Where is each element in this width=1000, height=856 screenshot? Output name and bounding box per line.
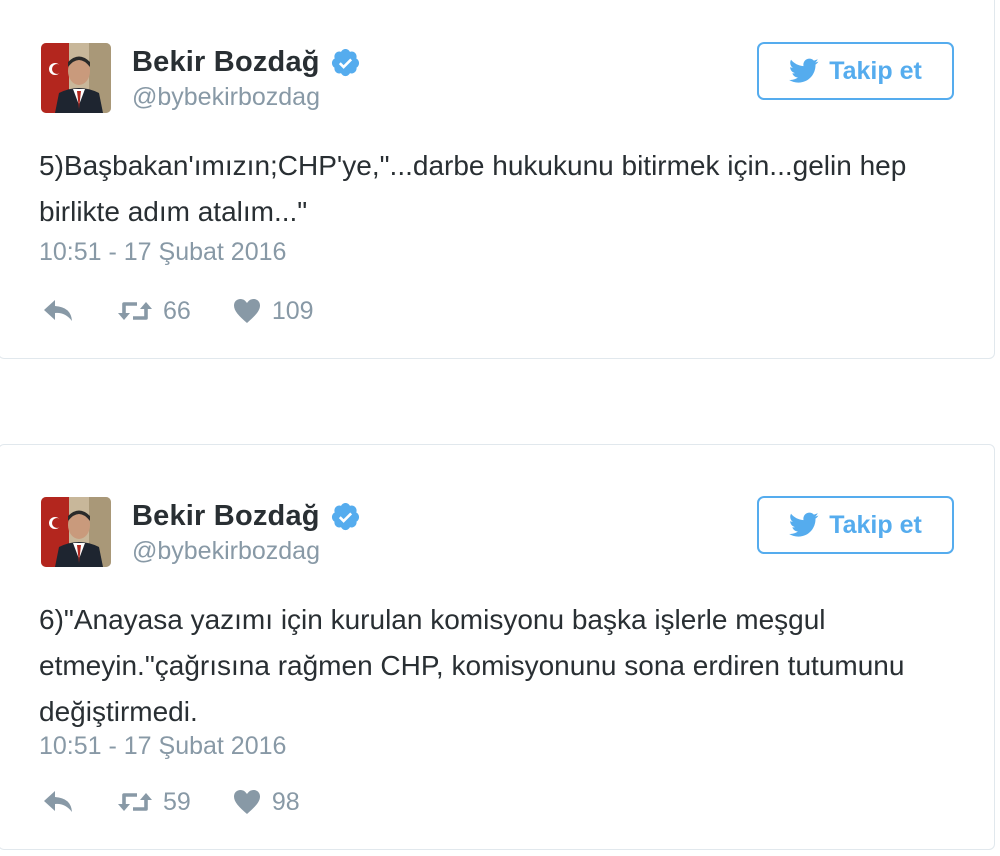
author-name[interactable]: Bekir Bozdağ — [132, 500, 320, 533]
follow-button[interactable]: Takip et — [757, 496, 954, 554]
twitter-bird-icon — [789, 58, 819, 84]
like-count: 109 — [271, 296, 314, 325]
tweet-card: Bekir Bozdağ @bybekirbozdag Takip et 5)B… — [0, 0, 995, 359]
like-count: 98 — [271, 787, 300, 816]
tweet-timestamp[interactable]: 10:51 - 17 Şubat 2016 — [39, 238, 286, 267]
tweet-timestamp[interactable]: 10:51 - 17 Şubat 2016 — [39, 732, 286, 761]
reply-icon — [43, 298, 75, 324]
author-row: Bekir Bozdağ — [132, 498, 361, 534]
tweet-text: 5)Başbakan'ımızın;CHP'ye,"...darbe hukuk… — [39, 150, 907, 227]
follow-button-label: Takip et — [829, 56, 922, 85]
twitter-bird-icon — [789, 512, 819, 538]
tweet-actions: 59 98 — [43, 784, 300, 820]
author-handle[interactable]: @bybekirbozdag — [132, 83, 320, 112]
author-name[interactable]: Bekir Bozdağ — [132, 46, 320, 79]
avatar[interactable] — [41, 497, 111, 567]
like-button[interactable]: 98 — [233, 788, 300, 817]
retweet-icon — [117, 790, 153, 814]
avatar[interactable] — [41, 43, 111, 113]
heart-icon — [233, 789, 261, 815]
follow-button[interactable]: Takip et — [757, 42, 954, 100]
retweet-count: 66 — [163, 296, 191, 325]
author-row: Bekir Bozdağ — [132, 44, 361, 80]
reply-button[interactable] — [43, 789, 75, 815]
tweet-text: 6)"Anayasa yazımı için kurulan komisyonu… — [39, 604, 905, 727]
heart-icon — [233, 298, 261, 324]
verified-badge-icon — [330, 47, 361, 78]
reply-button[interactable] — [43, 298, 75, 324]
follow-button-label: Takip et — [829, 510, 922, 539]
like-button[interactable]: 109 — [233, 297, 314, 326]
tweet-card: Bekir Bozdağ @bybekirbozdag Takip et 6)"… — [0, 444, 995, 850]
retweet-button[interactable]: 59 — [117, 788, 191, 817]
retweet-count: 59 — [163, 787, 191, 816]
author-handle[interactable]: @bybekirbozdag — [132, 537, 320, 566]
retweet-button[interactable]: 66 — [117, 297, 191, 326]
reply-icon — [43, 789, 75, 815]
tweet-actions: 66 109 — [43, 293, 314, 329]
retweet-icon — [117, 299, 153, 323]
verified-badge-icon — [330, 501, 361, 532]
